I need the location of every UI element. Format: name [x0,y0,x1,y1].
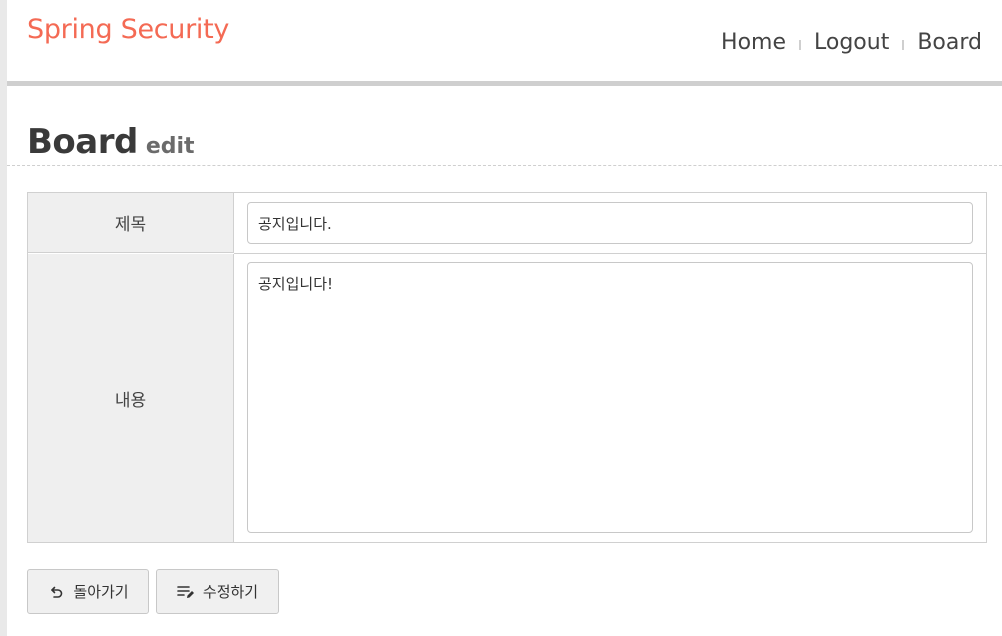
title-label: 제목 [28,193,234,253]
page-title: Board edit [27,122,195,162]
page-title-main: Board [27,122,138,162]
row-divider [234,253,986,254]
undo-icon [47,583,65,601]
back-button-label: 돌아가기 [73,583,129,601]
content-textarea[interactable]: 공지입니다! [247,262,973,533]
content-label: 내용 [28,254,234,542]
nav-board-link[interactable]: Board [917,30,982,55]
back-button[interactable]: 돌아가기 [27,569,149,614]
brand-logo[interactable]: Spring Security [27,14,229,45]
edit-button-label: 수정하기 [202,583,259,601]
nav-home-link[interactable]: Home [721,30,786,55]
nav-logout-link[interactable]: Logout [814,30,889,55]
left-edge-strip [0,0,7,636]
page-title-sub: edit [145,134,195,159]
edit-form: 제목 내용 공지입니다! [27,192,987,543]
edit-button[interactable]: 수정하기 [156,569,279,614]
nav-separator [902,39,905,50]
edit-list-icon [177,583,195,601]
top-nav: Home Logout Board [721,30,982,55]
title-input[interactable] [247,202,973,244]
nav-separator [799,39,801,50]
title-divider [7,165,1002,166]
header: Spring Security Home Logout Board [7,0,1002,86]
